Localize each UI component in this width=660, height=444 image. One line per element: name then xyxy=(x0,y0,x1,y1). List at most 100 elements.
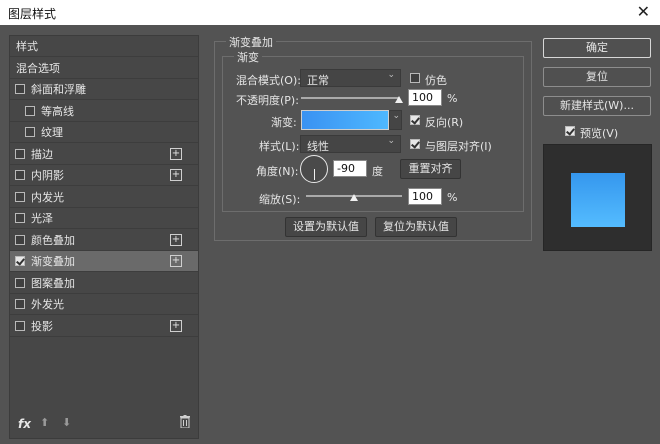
gradient-overlay-title: 渐变叠加 xyxy=(226,34,276,50)
style-item-checkbox[interactable] xyxy=(15,191,25,202)
align-with-layer-checkbox[interactable] xyxy=(410,139,420,149)
gradient-swatch[interactable] xyxy=(301,110,389,130)
style-item[interactable]: 混合选项 xyxy=(10,58,198,79)
reverse-label: 反向(R) xyxy=(425,116,464,129)
styles-panel-footer: fx ⬆ ⬇ xyxy=(10,412,198,438)
style-item-label: 斜面和浮雕 xyxy=(31,83,86,96)
style-item-label: 内阴影 xyxy=(31,169,64,182)
style-item[interactable]: 斜面和浮雕 xyxy=(10,79,198,100)
angle-input[interactable]: -90 xyxy=(333,160,367,177)
chevron-down-icon: ⌄ xyxy=(392,111,400,121)
scale-slider-thumb[interactable] xyxy=(350,194,358,201)
preview-label: 预览(V) xyxy=(580,127,619,140)
chevron-down-icon: ⌄ xyxy=(387,136,395,146)
style-item-label: 投影 xyxy=(31,319,53,333)
move-down-icon[interactable]: ⬇ xyxy=(62,416,71,429)
add-effect-icon[interactable]: + xyxy=(170,319,182,332)
angle-value: -90 xyxy=(337,162,355,175)
window-title: 图层样式 xyxy=(8,7,57,21)
style-item-checkbox[interactable] xyxy=(15,170,25,180)
style-item-label: 图案叠加 xyxy=(31,276,75,290)
set-as-default-button[interactable]: 设置为默认值 xyxy=(285,217,367,237)
dither-checkbox[interactable] xyxy=(410,73,420,83)
opacity-value: 100 xyxy=(412,91,433,104)
style-item-label: 纹理 xyxy=(41,126,63,139)
angle-dial[interactable] xyxy=(300,155,328,183)
opacity-slider-track[interactable] xyxy=(301,97,399,99)
dither-label: 仿色 xyxy=(425,74,447,87)
preview-checkbox[interactable] xyxy=(565,126,575,136)
move-up-icon[interactable]: ⬆ xyxy=(40,416,49,429)
add-effect-icon[interactable]: + xyxy=(170,169,182,181)
ok-button[interactable]: 确定 xyxy=(543,38,651,58)
style-item-label: 内发光 xyxy=(31,190,64,204)
fx-icon[interactable]: fx xyxy=(18,417,31,431)
style-item-checkbox[interactable] xyxy=(15,299,25,309)
style-item[interactable]: 投影 + xyxy=(10,316,198,337)
preview-swatch xyxy=(571,173,625,227)
gradient-dropdown-button[interactable]: ⌄ xyxy=(389,110,402,130)
blend-mode-dropdown[interactable]: 正常 ⌄ xyxy=(300,69,401,87)
scale-unit: % xyxy=(447,191,458,204)
style-item[interactable]: 内阴影 + xyxy=(10,165,198,186)
reverse-checkbox[interactable] xyxy=(410,115,420,125)
style-item-checkbox[interactable] xyxy=(15,213,25,223)
style-item-checkbox[interactable] xyxy=(15,148,25,159)
opacity-input[interactable]: 100 xyxy=(408,89,442,106)
style-item-label: 样式 xyxy=(16,40,38,53)
preview-thumbnail xyxy=(543,144,652,251)
opacity-slider-thumb[interactable] xyxy=(395,96,403,103)
styles-list-panel: 样式混合选项斜面和浮雕等高线纹理描边 + 内阴影 + 内发光光泽颜色叠加 + 渐变叠加 + 图案… xyxy=(9,35,199,439)
add-effect-icon[interactable]: + xyxy=(170,147,182,160)
style-item-checkbox[interactable] xyxy=(25,105,35,116)
style-item[interactable]: 样式 xyxy=(10,36,198,57)
style-value: 线性 xyxy=(307,140,329,153)
style-label: 样式(L): xyxy=(259,140,300,153)
style-item[interactable]: 光泽 xyxy=(10,208,198,229)
new-style-button[interactable]: 新建样式(W)... xyxy=(543,96,651,116)
style-item-label: 颜色叠加 xyxy=(31,233,75,247)
trash-icon[interactable] xyxy=(180,415,190,428)
angle-dial-needle xyxy=(314,169,315,180)
blend-mode-label: 混合模式(O): xyxy=(236,74,301,87)
title-bar: 图层样式 ✕ xyxy=(0,0,660,25)
style-item-label: 等高线 xyxy=(41,104,74,118)
scale-input[interactable]: 100 xyxy=(408,188,442,205)
style-dropdown[interactable]: 线性 ⌄ xyxy=(300,135,401,153)
style-item[interactable]: 图案叠加 xyxy=(10,273,198,294)
angle-label: 角度(N): xyxy=(256,165,299,178)
style-item-checkbox[interactable] xyxy=(25,127,35,137)
blend-mode-value: 正常 xyxy=(307,74,329,87)
opacity-unit: % xyxy=(447,92,458,105)
align-with-layer-label: 与图层对齐(I) xyxy=(425,140,492,153)
opacity-label: 不透明度(P): xyxy=(236,94,299,107)
style-item-checkbox[interactable] xyxy=(15,84,25,94)
style-item[interactable]: 渐变叠加 + xyxy=(10,251,198,272)
scale-label: 缩放(S): xyxy=(259,193,301,206)
style-item[interactable]: 纹理 xyxy=(10,122,198,143)
style-item-label: 混合选项 xyxy=(16,61,60,75)
style-item-label: 外发光 xyxy=(31,298,64,311)
style-item[interactable]: 内发光 xyxy=(10,187,198,208)
style-item[interactable]: 描边 + xyxy=(10,144,198,165)
reset-button[interactable]: 复位 xyxy=(543,67,651,87)
style-item-label: 光泽 xyxy=(31,212,53,225)
style-item-label: 渐变叠加 xyxy=(31,255,75,268)
scale-value: 100 xyxy=(412,190,433,203)
style-item-checkbox[interactable] xyxy=(15,234,25,245)
reset-to-default-button[interactable]: 复位为默认值 xyxy=(375,217,457,237)
add-effect-icon[interactable]: + xyxy=(170,255,182,267)
chevron-down-icon: ⌄ xyxy=(387,70,395,80)
add-effect-icon[interactable]: + xyxy=(170,233,182,246)
style-item-label: 描边 xyxy=(31,147,53,161)
style-item[interactable]: 颜色叠加 + xyxy=(10,230,198,251)
angle-unit: 度 xyxy=(372,165,383,178)
gradient-label: 渐变: xyxy=(271,116,297,129)
close-icon[interactable]: ✕ xyxy=(637,2,650,21)
style-item-checkbox[interactable] xyxy=(15,256,25,266)
style-item[interactable]: 等高线 xyxy=(10,101,198,122)
reset-align-button[interactable]: 重置对齐 xyxy=(400,159,461,179)
style-item-checkbox[interactable] xyxy=(15,320,25,331)
style-item-checkbox[interactable] xyxy=(15,277,25,288)
style-item[interactable]: 外发光 xyxy=(10,294,198,315)
